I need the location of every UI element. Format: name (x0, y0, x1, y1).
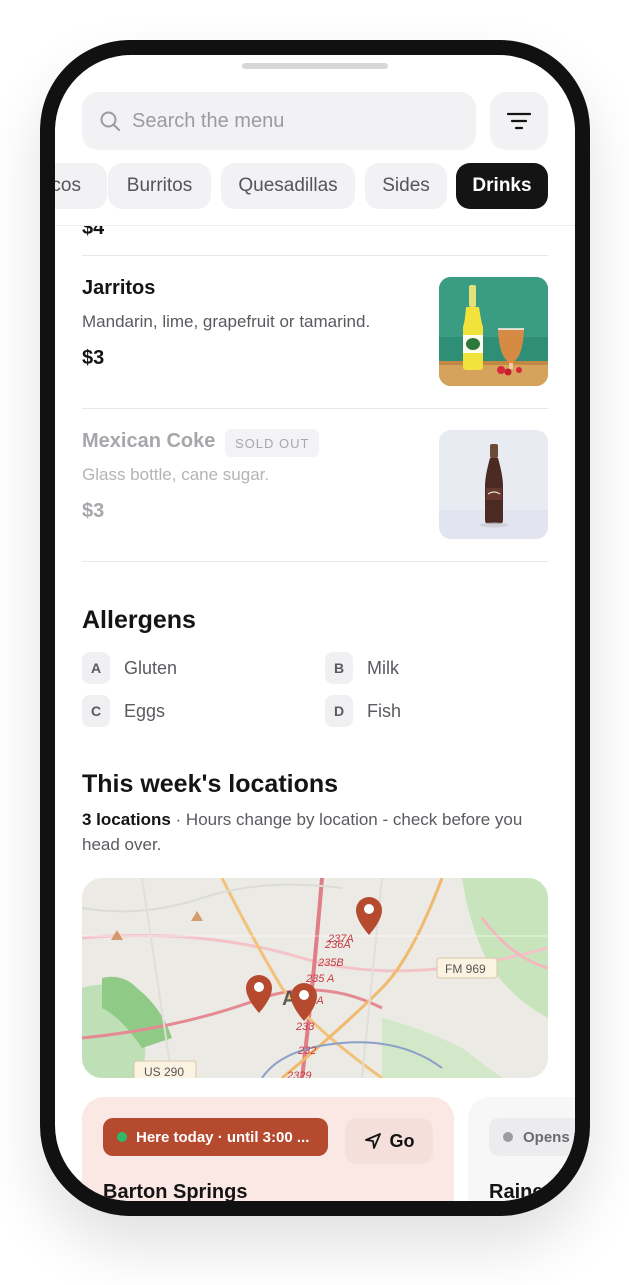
svg-text:235B: 235B (317, 957, 344, 969)
location-name: Rainey (489, 1181, 555, 1201)
svg-text:233: 233 (295, 1021, 315, 1033)
item-name: Jarritos (82, 277, 156, 299)
allergen-item: B Milk (325, 652, 399, 684)
status-text: Opens (523, 1128, 570, 1146)
chips-fade (547, 153, 575, 219)
allergen-item: A Gluten (82, 652, 177, 684)
divider (82, 255, 548, 256)
filter-icon (506, 112, 532, 130)
map-pin-icon[interactable] (353, 894, 385, 936)
jarritos-photo (439, 277, 548, 386)
svg-text:US 290: US 290 (144, 1065, 184, 1078)
svg-text:232: 232 (297, 1045, 316, 1057)
svg-text:236A: 236A (324, 939, 351, 951)
search-bar[interactable] (82, 92, 476, 150)
allergen-name: Fish (367, 700, 402, 721)
svg-text:FM 969: FM 969 (445, 962, 486, 976)
home-indicator (242, 63, 388, 69)
locations-title: This week's locations (82, 770, 339, 798)
item-price: $3 (82, 500, 105, 522)
menu-item[interactable]: Jarritos Mandarin, lime, grapefruit or t… (82, 277, 548, 387)
mexican-coke-photo (439, 430, 548, 539)
allergen-item: C Eggs (82, 695, 165, 727)
item-price: $3 (82, 347, 105, 369)
search-icon (100, 111, 120, 131)
category-chips: cos Burritos Quesadillas Sides Drinks (55, 163, 575, 209)
allergens-title: Allergens (82, 606, 196, 634)
allergen-item: D Fish (325, 695, 401, 727)
locations-count: 3 locations (82, 810, 171, 829)
search-input[interactable] (132, 92, 462, 150)
allergen-name: Milk (367, 657, 399, 678)
allergen-name: Eggs (124, 700, 166, 721)
app-screen: cos Burritos Quesadillas Sides Drinks $4… (55, 55, 575, 1201)
previous-item-price: $4 (82, 226, 105, 239)
chip-sides[interactable]: Sides (365, 163, 447, 209)
locations-subtitle: 3 locations · Hours change by location -… (82, 807, 552, 857)
allergen-key: D (325, 695, 353, 727)
allergen-key: A (82, 652, 110, 684)
separator: · (170, 810, 186, 829)
chip-drinks[interactable]: Drinks (456, 163, 548, 209)
location-card[interactable]: Opens Rainey (468, 1097, 575, 1201)
allergen-name: Gluten (124, 657, 178, 678)
map-pin-icon[interactable] (288, 980, 320, 1022)
map-pin-icon[interactable] (243, 972, 275, 1014)
divider (82, 408, 548, 409)
phone-frame: cos Burritos Quesadillas Sides Drinks $4… (40, 40, 590, 1216)
status-badge: Here today · until 3:00 ... (103, 1118, 328, 1156)
menu-item-sold-out[interactable]: Mexican Coke SOLD OUT Glass bottle, cane… (82, 429, 548, 540)
go-label: Go (389, 1130, 415, 1151)
go-button[interactable]: Go (345, 1118, 433, 1164)
chip-burritos[interactable]: Burritos (108, 163, 211, 209)
status-badge: Opens (489, 1118, 575, 1156)
chip-tacos[interactable]: cos (55, 163, 107, 209)
location-name: Barton Springs (103, 1181, 248, 1201)
header-divider (55, 225, 575, 226)
chip-quesadillas[interactable]: Quesadillas (221, 163, 355, 209)
filter-button[interactable] (490, 92, 548, 150)
allergen-key: C (82, 695, 110, 727)
locations-map[interactable]: 237A 236A 235B 235 A 234A 233 232 2329 F… (82, 878, 548, 1078)
location-card[interactable]: Here today · until 3:00 ... Go Barton Sp… (82, 1097, 454, 1201)
svg-text:2329: 2329 (286, 1070, 311, 1078)
item-description: Mandarin, lime, grapefruit or tamarind. (82, 312, 371, 331)
allergen-key: B (325, 652, 353, 684)
item-description: Glass bottle, cane sugar. (82, 465, 270, 484)
divider (82, 561, 548, 562)
item-name: Mexican Coke (82, 430, 216, 452)
navigation-arrow-icon (364, 1133, 381, 1149)
closed-status-dot (503, 1132, 513, 1142)
sold-out-badge: SOLD OUT (225, 429, 320, 457)
status-text: Here today · until 3:00 ... (136, 1128, 310, 1146)
open-status-dot (117, 1132, 127, 1142)
